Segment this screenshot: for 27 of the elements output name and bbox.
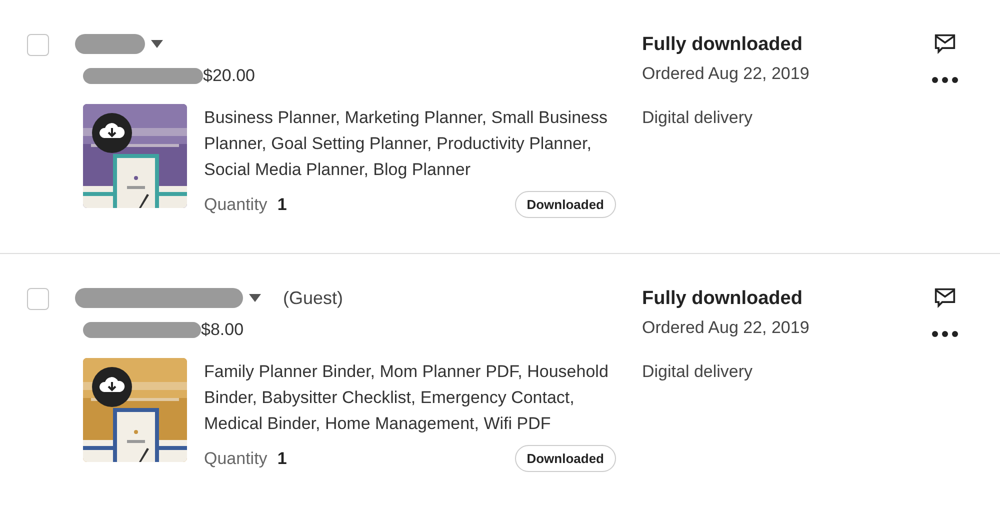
caret-icon[interactable] (249, 294, 261, 302)
order-status: Fully downloaded (642, 288, 804, 310)
message-icon[interactable] (934, 287, 956, 308)
message-icon[interactable] (934, 33, 956, 54)
quantity-value: 1 (277, 448, 287, 468)
cloud-download-icon[interactable] (92, 367, 132, 407)
downloaded-badge: Downloaded (514, 191, 616, 218)
caret-icon[interactable] (151, 40, 163, 48)
quantity-label: Quantity (204, 194, 268, 214)
delivery-type: Digital delivery (642, 108, 754, 128)
order-price: $8.00 (201, 320, 244, 340)
item-title[interactable]: Family Planner Binder, Mom Planner PDF, Household Binder, Babysitter Checklist, Emergency Contact, Medical Binder, Home Management, Wifi PDF (204, 359, 616, 437)
quantity-value: 1 (277, 194, 287, 214)
guest-label: (Guest) (283, 288, 344, 308)
checkbox[interactable] (27, 288, 49, 310)
downloaded-badge: Downloaded (514, 445, 616, 472)
more-icon[interactable] (932, 77, 958, 83)
order-date: Ordered Aug 22, 2019 (642, 64, 810, 84)
delivery-type: Digital delivery (642, 362, 754, 382)
item-title[interactable]: Business Planner, Marketing Planner, Small Business Planner, Goal Setting Planner, Productivity Planner, Social Media Planner, Blog Planner (204, 105, 616, 183)
cloud-download-icon[interactable] (92, 113, 132, 153)
checkbox[interactable] (27, 34, 49, 56)
quantity-label: Quantity (204, 448, 268, 468)
order-status: Fully downloaded (642, 34, 804, 56)
more-icon[interactable] (932, 331, 958, 337)
order-price: $20.00 (203, 66, 255, 86)
order-date: Ordered Aug 22, 2019 (642, 318, 810, 338)
